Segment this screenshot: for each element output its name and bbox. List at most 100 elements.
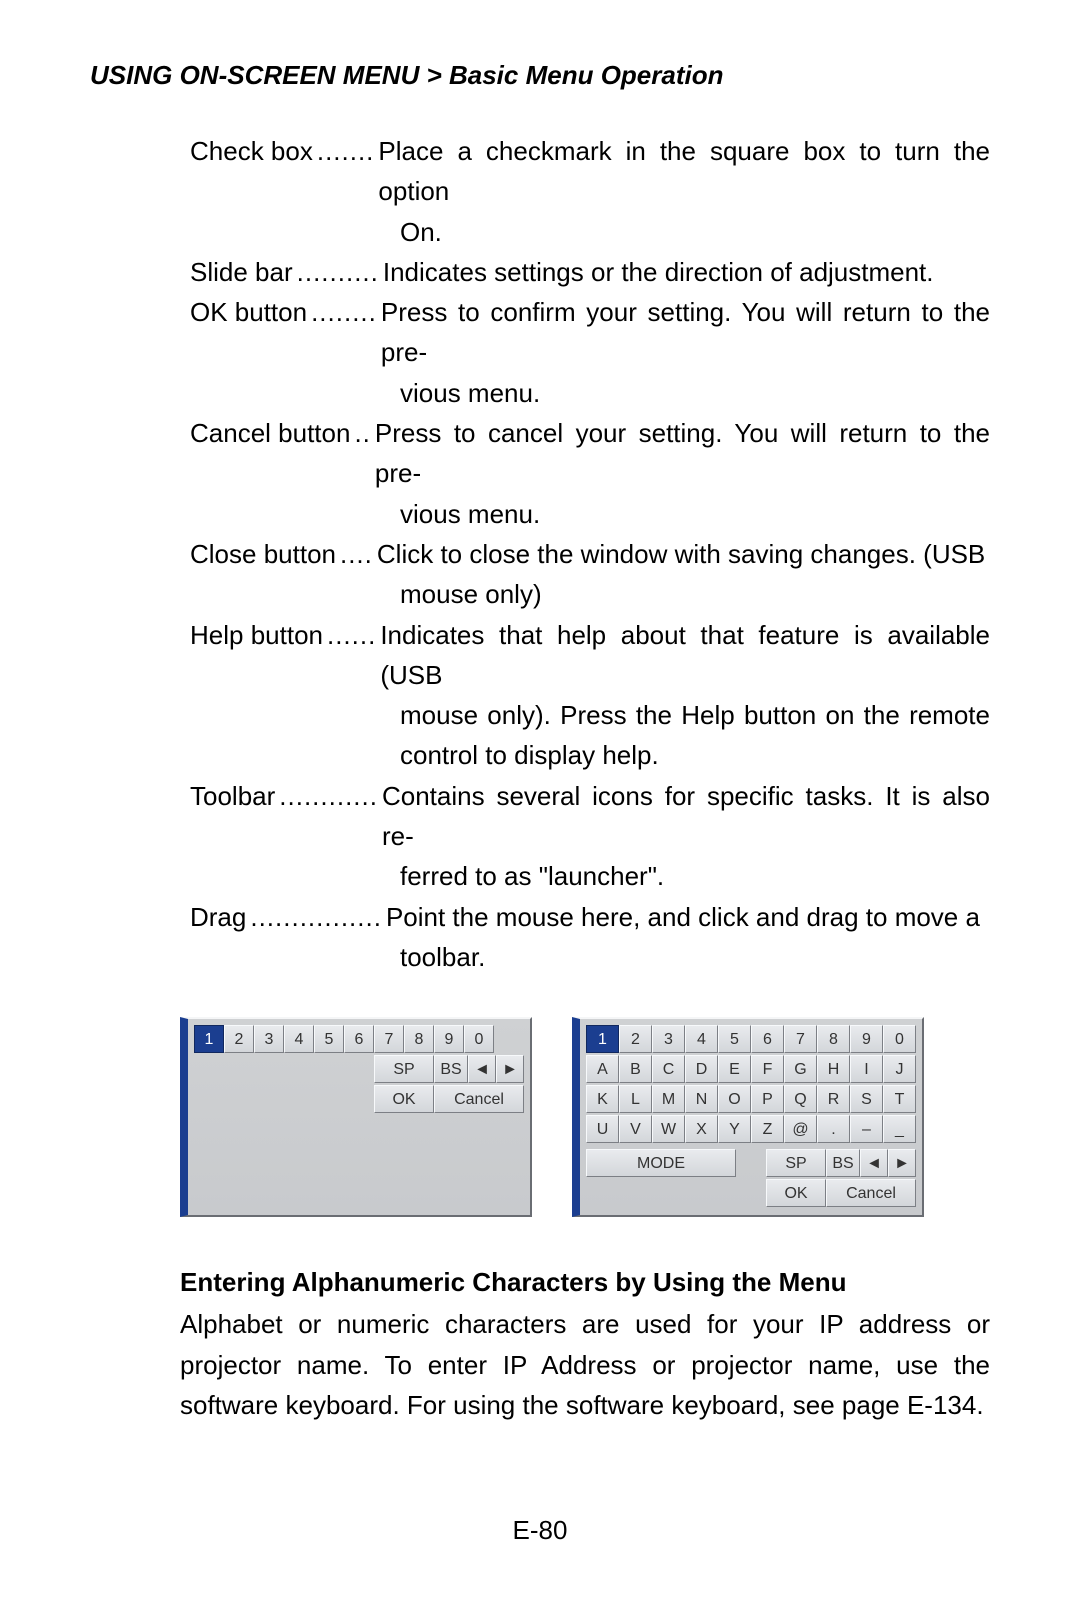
definition-item: Toolbar ............ Contains several ic… (190, 776, 990, 857)
key-a[interactable]: A (586, 1055, 619, 1083)
key-dash[interactable]: – (850, 1115, 883, 1143)
key-9[interactable]: 9 (434, 1025, 464, 1053)
def-term: Slide bar (190, 252, 293, 292)
key-n[interactable]: N (685, 1085, 718, 1113)
key-9[interactable]: 9 (850, 1025, 883, 1053)
page-number: E-80 (90, 1515, 990, 1546)
key-at[interactable]: @ (784, 1115, 817, 1143)
arrow-left-icon[interactable]: ◄ (860, 1149, 888, 1177)
sp-button[interactable]: SP (374, 1055, 434, 1083)
key-c[interactable]: C (652, 1055, 685, 1083)
key-t[interactable]: T (883, 1085, 916, 1113)
key-k[interactable]: K (586, 1085, 619, 1113)
key-0[interactable]: 0 (464, 1025, 494, 1053)
arrow-left-icon[interactable]: ◄ (468, 1055, 496, 1083)
key-v[interactable]: V (619, 1115, 652, 1143)
numeric-keypad: 1 2 3 4 5 6 7 8 9 0 SP BS ◄ ► OK C (180, 1017, 532, 1217)
def-body: Click to close the window with saving ch… (377, 534, 990, 574)
def-body-cont: mouse only). Press the Help button on th… (400, 695, 990, 776)
cancel-button[interactable]: Cancel (434, 1085, 524, 1113)
def-term: Close button (190, 534, 336, 574)
key-m[interactable]: M (652, 1085, 685, 1113)
key-0[interactable]: 0 (883, 1025, 916, 1053)
key-6[interactable]: 6 (751, 1025, 784, 1053)
key-4[interactable]: 4 (284, 1025, 314, 1053)
def-term: Drag (190, 897, 246, 937)
def-dots: ............ (275, 776, 382, 816)
definition-item: Help button ...... Indicates that help a… (190, 615, 990, 696)
key-1[interactable]: 1 (586, 1025, 619, 1053)
def-body: Press to confirm your setting. You will … (381, 292, 990, 373)
key-f[interactable]: F (751, 1055, 784, 1083)
definition-item: Close button .... Click to close the win… (190, 534, 990, 574)
def-body: Point the mouse here, and click and drag… (386, 897, 990, 937)
key-7[interactable]: 7 (374, 1025, 404, 1053)
section-body: Alphabet or numeric characters are used … (180, 1304, 990, 1425)
def-body-cont: vious menu. (400, 494, 990, 534)
key-q[interactable]: Q (784, 1085, 817, 1113)
arrow-right-icon[interactable]: ► (888, 1149, 916, 1177)
key-z[interactable]: Z (751, 1115, 784, 1143)
alphanumeric-keypad: 1 2 3 4 5 6 7 8 9 0 A B C D E F G H I (572, 1017, 924, 1217)
key-p[interactable]: P (751, 1085, 784, 1113)
key-u[interactable]: U (586, 1115, 619, 1143)
key-8[interactable]: 8 (404, 1025, 434, 1053)
key-g[interactable]: G (784, 1055, 817, 1083)
ok-button[interactable]: OK (374, 1085, 434, 1113)
key-x[interactable]: X (685, 1115, 718, 1143)
key-underscore[interactable]: _ (883, 1115, 916, 1143)
key-3[interactable]: 3 (652, 1025, 685, 1053)
def-body-cont: mouse only) (400, 574, 990, 614)
breadcrumb: USING ON-SCREEN MENU > Basic Menu Operat… (90, 60, 990, 91)
key-6[interactable]: 6 (344, 1025, 374, 1053)
definition-item: Check box ....... Place a checkmark in t… (190, 131, 990, 212)
key-r[interactable]: R (817, 1085, 850, 1113)
key-5[interactable]: 5 (718, 1025, 751, 1053)
definition-item: Slide bar .......... Indicates settings … (190, 252, 990, 292)
key-8[interactable]: 8 (817, 1025, 850, 1053)
section-heading: Entering Alphanumeric Characters by Usin… (180, 1267, 990, 1298)
key-i[interactable]: I (850, 1055, 883, 1083)
key-4[interactable]: 4 (685, 1025, 718, 1053)
key-w[interactable]: W (652, 1115, 685, 1143)
key-2[interactable]: 2 (224, 1025, 254, 1053)
def-term: OK button (190, 292, 307, 332)
key-3[interactable]: 3 (254, 1025, 284, 1053)
ok-button[interactable]: OK (766, 1179, 826, 1207)
key-2[interactable]: 2 (619, 1025, 652, 1053)
definition-item: Cancel button .. Press to cancel your se… (190, 413, 990, 494)
def-body: Indicates that help about that feature i… (380, 615, 990, 696)
def-term: Check box (190, 131, 313, 171)
sp-button[interactable]: SP (766, 1149, 826, 1177)
key-d[interactable]: D (685, 1055, 718, 1083)
key-dot[interactable]: . (817, 1115, 850, 1143)
key-5[interactable]: 5 (314, 1025, 344, 1053)
def-body: Indicates settings or the direction of a… (383, 252, 990, 292)
cancel-button[interactable]: Cancel (826, 1179, 916, 1207)
def-body: Contains several icons for specific task… (382, 776, 990, 857)
key-e[interactable]: E (718, 1055, 751, 1083)
key-b[interactable]: B (619, 1055, 652, 1083)
def-body-cont: vious menu. (400, 373, 990, 413)
mode-button[interactable]: MODE (586, 1149, 736, 1177)
def-term: Toolbar (190, 776, 275, 816)
def-body-cont: On. (400, 212, 990, 252)
def-body-cont: toolbar. (400, 937, 990, 977)
key-s[interactable]: S (850, 1085, 883, 1113)
bs-button[interactable]: BS (826, 1149, 860, 1177)
key-o[interactable]: O (718, 1085, 751, 1113)
def-body-cont: ferred to as "launcher". (400, 856, 990, 896)
arrow-right-icon[interactable]: ► (496, 1055, 524, 1083)
def-body: Press to cancel your setting. You will r… (375, 413, 990, 494)
key-h[interactable]: H (817, 1055, 850, 1083)
key-j[interactable]: J (883, 1055, 916, 1083)
key-1[interactable]: 1 (194, 1025, 224, 1053)
def-dots: ........ (307, 292, 381, 332)
bs-button[interactable]: BS (434, 1055, 468, 1083)
definition-item: OK button ........ Press to confirm your… (190, 292, 990, 373)
definition-item: Drag ................ Point the mouse he… (190, 897, 990, 937)
key-l[interactable]: L (619, 1085, 652, 1113)
key-y[interactable]: Y (718, 1115, 751, 1143)
key-7[interactable]: 7 (784, 1025, 817, 1053)
def-dots: ....... (313, 131, 379, 171)
